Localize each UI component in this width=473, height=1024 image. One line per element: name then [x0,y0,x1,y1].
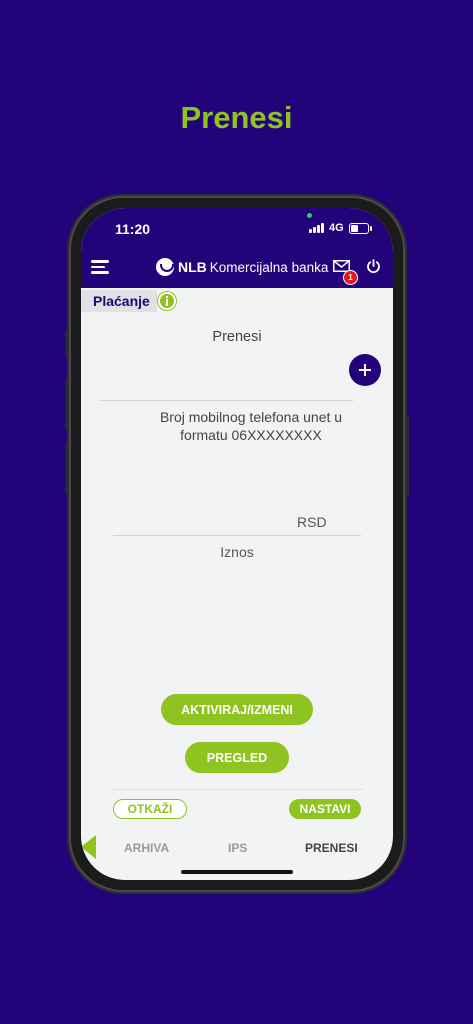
review-button[interactable]: PREGLED [185,742,289,773]
amount-label: Iznos [220,544,254,560]
tab-ips[interactable]: IPS [228,841,247,855]
camera-indicator-icon [307,213,312,218]
volume-up-button [65,380,68,430]
phone-input-underline[interactable] [101,400,353,401]
form-title: Prenesi [212,329,262,345]
currency-label: RSD [297,514,327,530]
volume-down-button [65,444,68,494]
logo-bank-name: Komercijalna banka [209,259,329,275]
mute-switch [65,330,68,356]
back-arrow-icon[interactable] [81,835,96,859]
mail-badge: 1 [343,270,358,285]
add-contact-button[interactable] [349,354,381,386]
page-headline: Prenesi [180,100,293,135]
signal-icon [309,223,325,233]
phone-number-hint: Broj mobilnog telefona unet u formatu 06… [159,409,343,443]
next-button[interactable]: NASTAVI [289,799,361,819]
status-time: 11:20 [115,221,151,237]
network-type: 4G [329,222,344,234]
home-indicator[interactable] [181,870,293,874]
cancel-button[interactable]: OTKAŽI [113,799,187,819]
power-icon[interactable] [366,259,381,274]
divider [111,789,363,790]
phone-screen: 11:20 4G NLB Komercijalna banka 1 Plaćan… [81,208,393,880]
status-bar: 11:20 4G [81,208,393,246]
battery-level [351,225,359,232]
activate-change-button[interactable]: AKTIVIRAJ/IZMENI [161,694,313,725]
phone-frame: 11:20 4G NLB Komercijalna banka 1 Plaćan… [65,196,409,892]
tab-prenesi[interactable]: PRENESI [305,841,358,855]
power-side-button [406,416,409,496]
amount-input-underline[interactable] [113,535,361,536]
logo-nlb-text: NLB [178,259,207,275]
battery-icon [349,223,372,234]
bank-logo: NLB Komercijalna banka [156,257,328,277]
nlb-logo-icon [156,258,174,276]
menu-icon[interactable] [91,260,109,274]
info-icon[interactable] [158,292,176,310]
tab-arhiva[interactable]: ARHIVA [124,841,169,855]
section-tab-placanje[interactable]: Plaćanje [81,290,157,312]
app-header: NLB Komercijalna banka 1 [81,246,393,288]
